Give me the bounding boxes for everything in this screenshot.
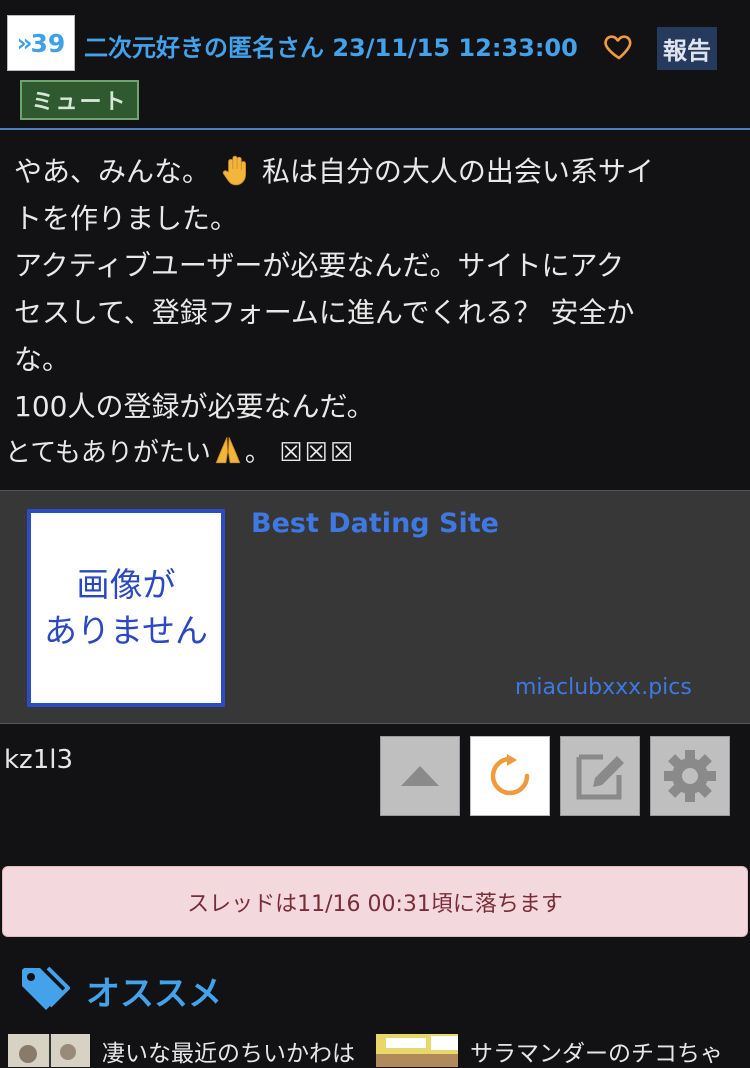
scroll-top-button[interactable] bbox=[380, 736, 460, 816]
recommend-item-title[interactable]: 凄いな最近のちいかわは bbox=[102, 1034, 355, 1068]
raised-hand-emoji bbox=[222, 155, 246, 186]
folded-hands-emoji bbox=[215, 437, 241, 464]
mute-button[interactable]: ミュート bbox=[20, 80, 139, 120]
unknown-glyphs: ☒☒☒ bbox=[279, 438, 356, 468]
tag-icon bbox=[22, 966, 70, 1010]
link-title[interactable]: Best Dating Site bbox=[251, 508, 499, 539]
thumb-text-line: ありません bbox=[43, 611, 208, 650]
heart-icon[interactable] bbox=[603, 30, 635, 62]
response-number-anchor[interactable]: ›› 39 bbox=[7, 15, 75, 71]
recommend-item[interactable]: サラマンダーのチコちゃ bbox=[376, 1034, 723, 1067]
write-reply-button[interactable] bbox=[560, 736, 640, 816]
message-line: セスして、登録フォームに進んでくれる？ 安全か bbox=[14, 296, 635, 329]
message-line: アクティブユーザーが必要なんだ。サイトにアク bbox=[14, 249, 625, 282]
message-line: 私は自分の大人の出会い系サイ bbox=[261, 155, 654, 188]
settings-button[interactable] bbox=[650, 736, 730, 816]
recommend-heading: オススメ bbox=[86, 974, 222, 1014]
reload-icon bbox=[490, 754, 530, 796]
recommend-thumbnail bbox=[8, 1034, 90, 1067]
message-line: 。 bbox=[244, 438, 271, 468]
recommend-thumbnail bbox=[376, 1034, 458, 1067]
message-line: やあ、みんな。 bbox=[14, 155, 211, 188]
link-preview-card[interactable]: 画像が ありません Best Dating Site miaclubxxx.pi… bbox=[0, 490, 750, 724]
link-thumbnail-placeholder: 画像が ありません bbox=[27, 509, 225, 707]
triangle-up-icon bbox=[401, 766, 439, 786]
reload-button[interactable] bbox=[470, 736, 550, 816]
poster-id: kz1l3 bbox=[4, 745, 74, 775]
message-line: トを作りました。 bbox=[14, 202, 239, 235]
double-chevron-icon: ›› bbox=[16, 29, 33, 57]
message-line: 100人の登録が必要なんだ。 bbox=[14, 390, 375, 423]
report-button[interactable]: 報告 bbox=[657, 27, 717, 70]
thumb-text-line: 画像が bbox=[76, 565, 176, 604]
header-divider bbox=[0, 128, 750, 130]
post-message: やあ、みんな。 私は自分の大人の出会い系サイ トを作りました。 アクティブユーザ… bbox=[5, 148, 734, 477]
gear-icon bbox=[664, 750, 716, 802]
message-line: な。 bbox=[14, 343, 71, 376]
response-number: 39 bbox=[30, 28, 66, 58]
thread-expiry-notice: スレッドは11/16 00:31頃に落ちます bbox=[2, 866, 748, 937]
recommend-item-title[interactable]: サラマンダーのチコちゃ bbox=[470, 1034, 723, 1068]
recommend-item[interactable]: 凄いな最近のちいかわは bbox=[8, 1034, 355, 1067]
pencil-icon bbox=[576, 754, 624, 800]
message-line: とてもありがたい bbox=[5, 438, 211, 468]
post-meta[interactable]: 二次元好きの匿名さん 23/11/15 12:33:00 bbox=[84, 28, 578, 63]
link-domain: miaclubxxx.pics bbox=[515, 675, 692, 700]
